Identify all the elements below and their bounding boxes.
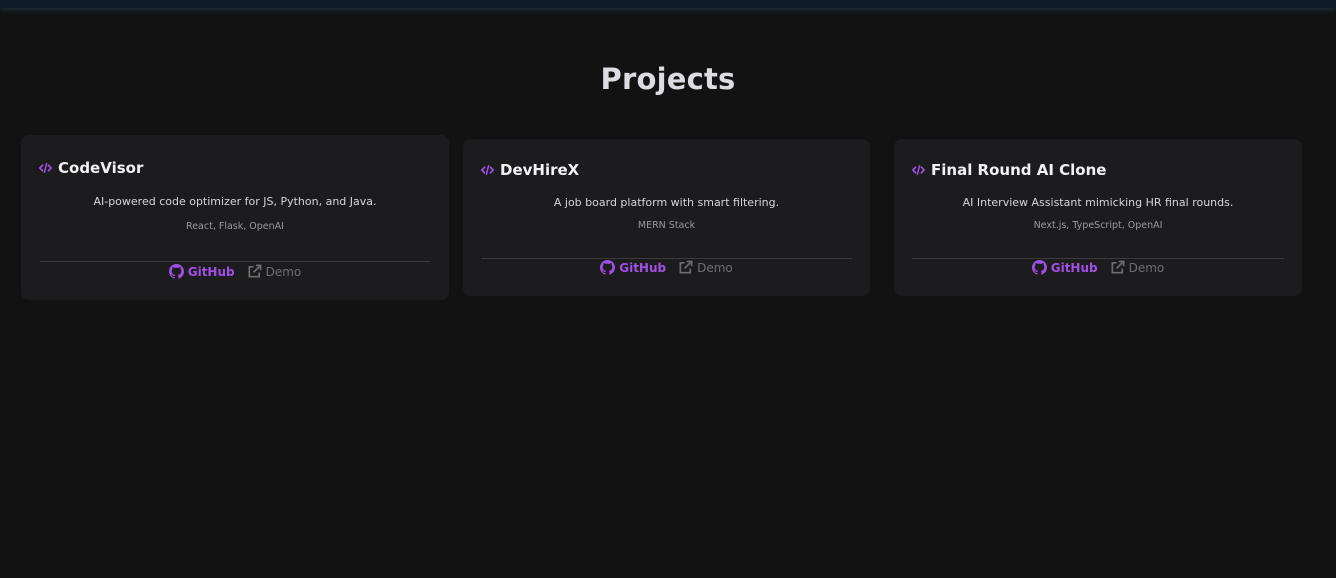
github-link-label: GitHub [1050, 260, 1098, 275]
project-description: AI Interview Assistant mimicking HR fina… [962, 196, 1234, 209]
github-link[interactable]: GitHub [1031, 260, 1098, 275]
project-tech-stack: Next.js, TypeScript, OpenAI [1033, 220, 1163, 231]
demo-link-label: Demo [697, 260, 733, 275]
card-links: GitHub Demo [21, 264, 449, 279]
github-link[interactable]: GitHub [600, 260, 666, 275]
project-description: AI-powered code optimizer for JS, Python… [93, 195, 377, 208]
top-navbar-edge [0, 0, 1336, 8]
project-title: CodeVisor [58, 159, 144, 177]
project-tech-stack: MERN Stack [637, 220, 696, 231]
card-header: DevHireX [481, 161, 579, 179]
project-tech-stack: React, Flask, OpenAI [186, 221, 284, 232]
code-icon [481, 164, 494, 176]
external-link-icon [248, 264, 262, 278]
github-link[interactable]: GitHub [168, 264, 235, 279]
demo-link-label: Demo [265, 264, 302, 279]
github-icon [600, 260, 616, 275]
github-link-label: GitHub [187, 264, 235, 279]
card-header: CodeVisor [39, 159, 143, 177]
card-divider [481, 258, 852, 259]
project-title: Final Round AI Clone [931, 161, 1107, 179]
demo-link[interactable]: Demo [247, 264, 302, 279]
card-divider [40, 261, 430, 262]
project-description: A job board platform with smart filterin… [553, 196, 780, 209]
card-divider [912, 258, 1284, 259]
card-links: GitHub Demo [894, 260, 1302, 275]
project-card-final-round-ai-clone: Final Round AI Clone AI Interview Assist… [894, 139, 1302, 296]
github-link-label: GitHub [619, 260, 667, 275]
project-card-codevisor: CodeVisor AI-powered code optimizer for … [21, 135, 449, 300]
project-card-devhirex: DevHireX A job board platform with smart… [463, 139, 870, 296]
card-header: Final Round AI Clone [912, 161, 1106, 179]
code-icon [912, 164, 925, 176]
project-title: DevHireX [500, 161, 580, 179]
demo-link[interactable]: Demo [1110, 260, 1165, 275]
external-link-icon [1111, 260, 1125, 274]
section-title: Projects [600, 62, 736, 96]
demo-link[interactable]: Demo [678, 260, 733, 275]
external-link-icon [679, 260, 693, 274]
card-links: GitHub Demo [463, 260, 870, 275]
code-icon [39, 162, 52, 174]
github-icon [168, 264, 184, 279]
github-icon [1031, 260, 1047, 275]
demo-link-label: Demo [1128, 260, 1165, 275]
